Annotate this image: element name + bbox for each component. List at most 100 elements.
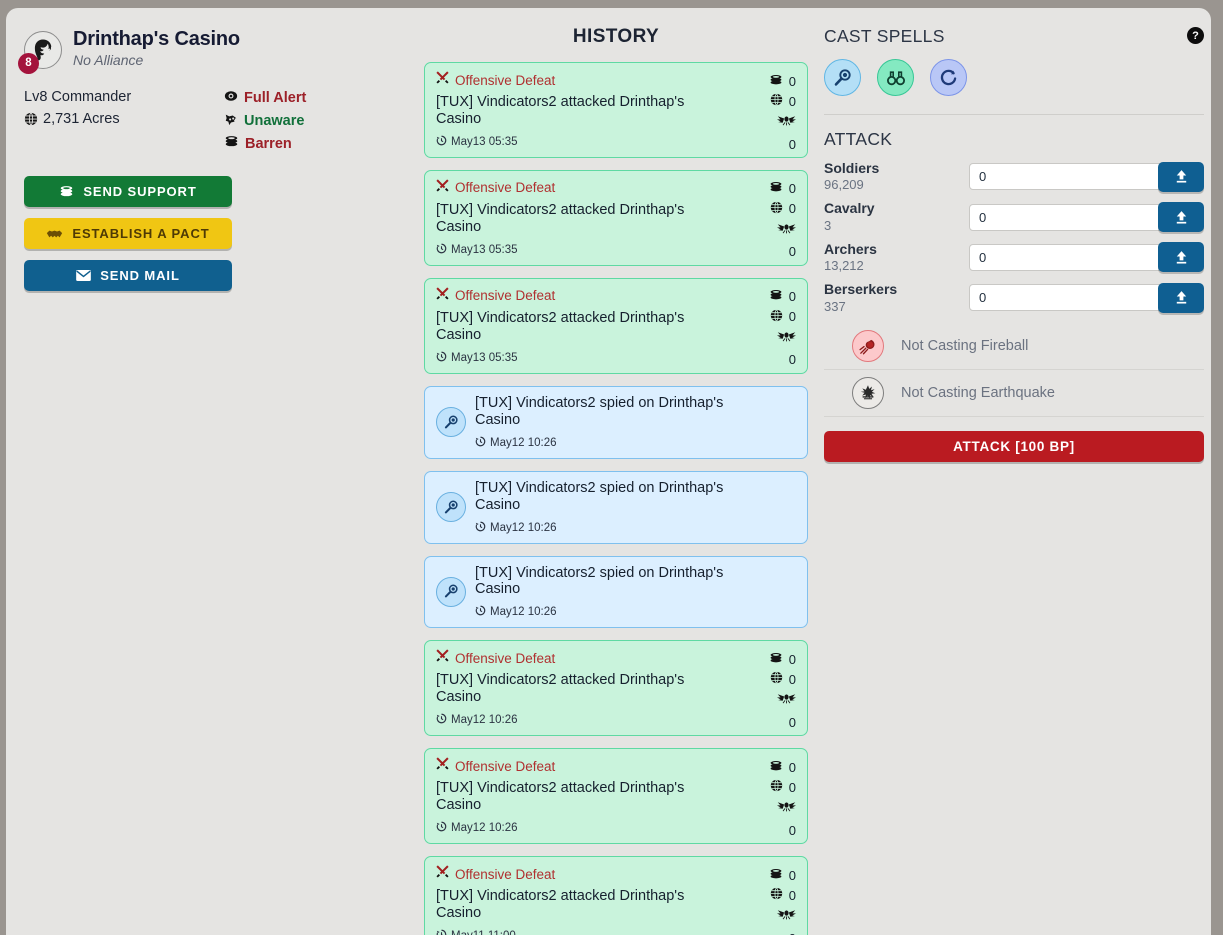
metric-gold: 0 — [730, 287, 796, 307]
history-entry-time: May12 10:26 — [490, 606, 557, 619]
metric-gold: 0 — [730, 71, 796, 91]
profile-stats: Lv8 Commander 2,731 Acres Full Alert Una… — [24, 89, 405, 157]
metric-land: 0 — [730, 777, 796, 797]
spell-status-row[interactable]: Not Casting Fireball — [824, 323, 1204, 370]
unit-name: Berserkers — [824, 281, 898, 298]
status-label: Unaware — [244, 113, 305, 129]
history-entry-result: Offensive Defeat — [455, 180, 556, 196]
metric-gold-value: 0 — [788, 759, 796, 775]
establish-pact-button[interactable]: ESTABLISH A PACT — [24, 218, 232, 249]
binoculars-icon — [886, 70, 905, 85]
spell-status-row[interactable]: Not Casting Earthquake — [824, 370, 1204, 417]
metric-land-value: 0 — [788, 309, 796, 325]
attack-unit-row: Cavalry 3 — [824, 200, 1204, 233]
unit-amount-input[interactable] — [969, 243, 1165, 271]
unit-amount-input[interactable] — [969, 163, 1165, 191]
history-entry-content: [TUX] Vindicators2 spied on Drinthap's C… — [475, 395, 750, 450]
status-list: Full Alert Unaware Barren — [224, 89, 306, 157]
rank-line: Lv8 Commander — [24, 89, 224, 105]
history-entry-time-row: May12 10:26 — [475, 521, 750, 535]
history-entry-spy[interactable]: [TUX] Vindicators2 spied on Drinthap's C… — [424, 385, 808, 459]
history-entry-attack[interactable]: Offensive Defeat [TUX] Vindicators2 attac… — [424, 169, 808, 266]
profile-panel: 8 Drinthap's Casino No Alliance Lv8 Comm… — [6, 8, 421, 935]
history-entry-spy[interactable]: [TUX] Vindicators2 spied on Drinthap's C… — [424, 555, 808, 629]
crossed-swords-icon — [436, 71, 449, 89]
magnifying-glass-icon — [834, 68, 851, 86]
clock-icon — [475, 436, 486, 450]
unit-label: Cavalry 3 — [824, 200, 969, 233]
attack-title: ATTACK — [824, 129, 893, 149]
metric-wings-icon-row — [730, 689, 796, 711]
cast-spells-title: CAST SPELLS — [824, 26, 945, 46]
metric-gold: 0 — [730, 757, 796, 777]
magnifying-glass-icon — [436, 407, 466, 438]
magnifying-glass-spell-button[interactable] — [824, 59, 861, 96]
unit-max-button[interactable] — [1158, 161, 1204, 192]
metric-extra: 0 — [730, 927, 796, 935]
send-support-button[interactable]: SEND SUPPORT — [24, 176, 232, 207]
unit-amount-input[interactable] — [969, 203, 1165, 231]
history-entry-text: [TUX] Vindicators2 attacked Drinthap's C… — [436, 672, 685, 706]
coins-icon — [769, 74, 783, 89]
history-entry-attack[interactable]: Offensive Defeat [TUX] Vindicators2 attac… — [424, 856, 808, 935]
metric-land: 0 — [730, 885, 796, 905]
establish-pact-label: ESTABLISH A PACT — [72, 226, 210, 241]
profile-titles: Drinthap's Casino No Alliance — [73, 26, 240, 68]
metric-extra: 0 — [730, 819, 796, 841]
metric-wings-icon-row — [730, 905, 796, 927]
globe-icon — [770, 201, 783, 217]
upload-arrow-icon — [1176, 210, 1186, 224]
metric-land: 0 — [730, 91, 796, 111]
unit-max-button[interactable] — [1158, 282, 1204, 313]
coins-icon — [224, 135, 239, 152]
winged-insignia-icon — [777, 908, 796, 924]
globe-icon — [770, 309, 783, 325]
unit-max-button[interactable] — [1158, 242, 1204, 273]
send-mail-button[interactable]: SEND MAIL — [24, 260, 232, 291]
metric-extra: 0 — [730, 711, 796, 733]
history-entry-result: Offensive Defeat — [455, 758, 556, 774]
unit-amount-input[interactable] — [969, 284, 1165, 312]
clock-icon — [475, 605, 486, 619]
history-entry-metrics: 0 0 0 — [730, 287, 796, 371]
metric-land-value: 0 — [788, 93, 796, 109]
winged-insignia-icon — [777, 800, 796, 816]
history-entry-time: May11 11:00 — [451, 930, 516, 935]
ouroboros-spell-button[interactable] — [930, 59, 967, 96]
history-entry-result: Offensive Defeat — [455, 72, 556, 88]
metric-wings-icon-row — [730, 327, 796, 349]
metric-extra-value: 0 — [789, 931, 796, 935]
winged-insignia-icon — [777, 114, 796, 130]
metric-wings-icon-row — [730, 797, 796, 819]
unit-count: 3 — [824, 217, 832, 233]
history-entry-spy[interactable]: [TUX] Vindicators2 spied on Drinthap's C… — [424, 470, 808, 544]
metric-gold-value: 0 — [788, 73, 796, 89]
status-unaware: Unaware — [224, 112, 306, 130]
status-barren: Barren — [224, 135, 306, 152]
crossed-swords-icon — [436, 179, 449, 197]
history-entry-attack[interactable]: Offensive Defeat [TUX] Vindicators2 attac… — [424, 748, 808, 845]
help-icon[interactable]: ? — [1187, 27, 1204, 44]
history-list: Offensive Defeat [TUX] Vindicators2 attac… — [421, 62, 811, 935]
unit-max-button[interactable] — [1158, 202, 1204, 233]
history-entry-metrics: 0 0 0 — [730, 179, 796, 263]
attack-submit-button[interactable]: ATTACK [100 BP] — [824, 430, 1204, 462]
binoculars-spell-button[interactable] — [877, 59, 914, 96]
unit-label: Berserkers 337 — [824, 281, 969, 313]
unit-label: Archers 13,212 — [824, 241, 969, 273]
history-entry-time: May12 10:26 — [490, 436, 557, 449]
history-entry-attack[interactable]: Offensive Defeat [TUX] Vindicators2 attac… — [424, 62, 808, 158]
coins-icon — [59, 185, 74, 198]
divider — [824, 114, 1204, 115]
acres-line: 2,731 Acres — [24, 111, 224, 127]
history-entry-time: May12 10:26 — [451, 714, 518, 727]
history-entry-attack[interactable]: Offensive Defeat [TUX] Vindicators2 attac… — [424, 640, 808, 737]
crossed-swords-icon — [436, 287, 449, 305]
history-entry-metrics: 0 0 0 — [730, 757, 796, 841]
clock-icon — [436, 821, 447, 835]
history-entry-text: [TUX] Vindicators2 attacked Drinthap's C… — [436, 780, 685, 814]
history-entry-attack[interactable]: Offensive Defeat [TUX] Vindicators2 attac… — [424, 277, 808, 374]
winged-insignia-icon — [777, 222, 796, 238]
clock-icon — [436, 713, 447, 727]
actions-panel: CAST SPELLS ? ATTACK Soldiers96,209 Caval… — [811, 8, 1211, 935]
